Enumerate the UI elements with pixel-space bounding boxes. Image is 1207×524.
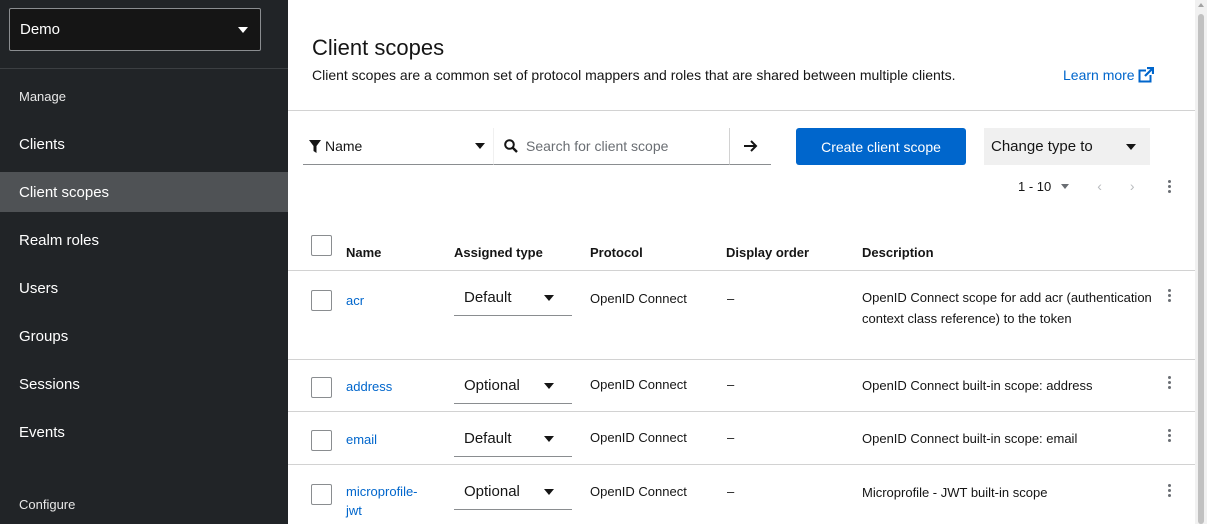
pagination-range: 1 - 10 <box>1018 178 1052 194</box>
assigned-type-value: Optional <box>464 377 520 394</box>
pagination-toggle[interactable]: 1 - 10 <box>1018 179 1051 194</box>
caret-down-icon <box>238 26 248 33</box>
column-description: Description <box>862 245 934 260</box>
row-kebab-icon[interactable] <box>1168 484 1172 497</box>
row-kebab-icon[interactable] <box>1168 376 1172 389</box>
protocol-cell: OpenID Connect <box>590 430 687 445</box>
row-kebab-icon[interactable] <box>1168 429 1172 442</box>
caret-down-icon <box>544 382 554 389</box>
description-cell: OpenID Connect scope for add acr (authen… <box>862 290 1152 326</box>
protocol-cell: OpenID Connect <box>590 377 687 392</box>
sidebar-item-sessions[interactable]: Sessions <box>0 364 288 404</box>
row-checkbox[interactable] <box>311 430 332 451</box>
section-manage: Manage <box>19 89 66 104</box>
header-divider <box>288 110 1195 111</box>
caret-down-icon <box>1061 183 1070 189</box>
description-cell: OpenID Connect built-in scope: address <box>862 378 1093 393</box>
protocol-cell: OpenID Connect <box>590 484 687 499</box>
learn-more-link[interactable]: Learn more <box>1063 67 1154 83</box>
sidebar-item-client-scopes[interactable]: Client scopes <box>0 172 288 212</box>
caret-down-icon <box>1126 143 1136 150</box>
search-box <box>493 128 729 165</box>
table-row: email Default OpenID Connect – OpenID Co… <box>288 412 1195 465</box>
table-row: microprofile-jwt Optional OpenID Connect… <box>288 465 1195 524</box>
search-icon <box>504 139 518 153</box>
column-display-order: Display order <box>726 245 810 260</box>
assigned-type-select[interactable]: Default <box>454 421 572 457</box>
scope-name-link[interactable]: microprofile-jwt <box>346 482 426 520</box>
create-client-scope-button[interactable]: Create client scope <box>796 128 966 165</box>
previous-page-icon[interactable]: ‹ <box>1097 178 1102 194</box>
row-checkbox[interactable] <box>311 484 332 505</box>
change-type-label: Change type to <box>991 138 1093 155</box>
select-all-checkbox[interactable] <box>311 235 332 256</box>
assigned-type-select[interactable]: Optional <box>454 368 572 404</box>
sidebar-item-users[interactable]: Users <box>0 268 288 308</box>
change-type-dropdown[interactable]: Change type to <box>984 128 1150 165</box>
caret-down-icon <box>544 488 554 495</box>
row-checkbox[interactable] <box>311 377 332 398</box>
scope-name-link[interactable]: address <box>346 377 426 396</box>
sidebar: Demo Manage Clients Client scopes Realm … <box>0 0 288 524</box>
arrow-right-icon <box>743 140 757 152</box>
row-kebab-icon[interactable] <box>1168 289 1172 302</box>
sidebar-item-groups[interactable]: Groups <box>0 316 288 356</box>
table-header: Name Assigned type Protocol Display orde… <box>288 228 1195 271</box>
assigned-type-select[interactable]: Default <box>454 280 572 316</box>
search-submit-button[interactable] <box>729 128 771 165</box>
realm-selector[interactable]: Demo <box>9 8 261 51</box>
sidebar-item-realm-roles[interactable]: Realm roles <box>0 220 288 260</box>
description-cell: Microprofile - JWT built-in scope <box>862 485 1048 500</box>
assigned-type-select[interactable]: Optional <box>454 474 572 510</box>
filter-dropdown[interactable]: Name <box>303 128 493 165</box>
caret-down-icon <box>544 435 554 442</box>
assigned-type-value: Default <box>464 430 512 447</box>
next-page-icon[interactable]: › <box>1130 178 1135 194</box>
sidebar-divider <box>0 68 288 69</box>
external-link-icon <box>1138 67 1154 83</box>
table-row: acr Default OpenID Connect – OpenID Conn… <box>288 271 1195 360</box>
caret-down-icon <box>544 294 554 301</box>
scope-name-link[interactable]: acr <box>346 291 426 310</box>
filter-label: Name <box>325 138 363 154</box>
row-checkbox[interactable] <box>311 290 332 311</box>
assigned-type-value: Optional <box>464 483 520 500</box>
search-input[interactable] <box>526 138 716 154</box>
scrollbar-thumb[interactable] <box>1198 14 1204 524</box>
sidebar-item-clients[interactable]: Clients <box>0 124 288 164</box>
protocol-cell: OpenID Connect <box>590 291 687 306</box>
page-title: Client scopes <box>312 35 445 60</box>
display-order-cell: – <box>727 291 735 306</box>
realm-name: Demo <box>20 21 61 38</box>
display-order-cell: – <box>727 377 735 392</box>
toolbar-kebab-icon[interactable] <box>1168 180 1172 193</box>
page-scrollbar[interactable] <box>1195 0 1207 524</box>
scope-name-link[interactable]: email <box>346 430 426 449</box>
display-order-cell: – <box>727 484 735 499</box>
description-cell: OpenID Connect built-in scope: email <box>862 431 1078 446</box>
assigned-type-value: Default <box>464 289 512 306</box>
section-configure: Configure <box>19 497 76 512</box>
pagination: 1 - 10 ‹ › <box>1018 178 1135 194</box>
filter-icon <box>309 139 321 153</box>
table-row: address Optional OpenID Connect – OpenID… <box>288 360 1195 412</box>
column-protocol: Protocol <box>590 245 643 260</box>
main-content: Client scopes Client scopes are a common… <box>288 0 1195 524</box>
column-assigned-type: Assigned type <box>454 245 543 260</box>
page-description: Client scopes are a common set of protoc… <box>312 67 956 83</box>
caret-down-icon <box>475 143 485 149</box>
learn-more-label: Learn more <box>1063 67 1135 83</box>
display-order-cell: – <box>727 430 735 445</box>
scroll-up-icon[interactable] <box>1198 3 1204 7</box>
sidebar-item-events[interactable]: Events <box>0 412 288 452</box>
column-name[interactable]: Name <box>346 245 381 260</box>
